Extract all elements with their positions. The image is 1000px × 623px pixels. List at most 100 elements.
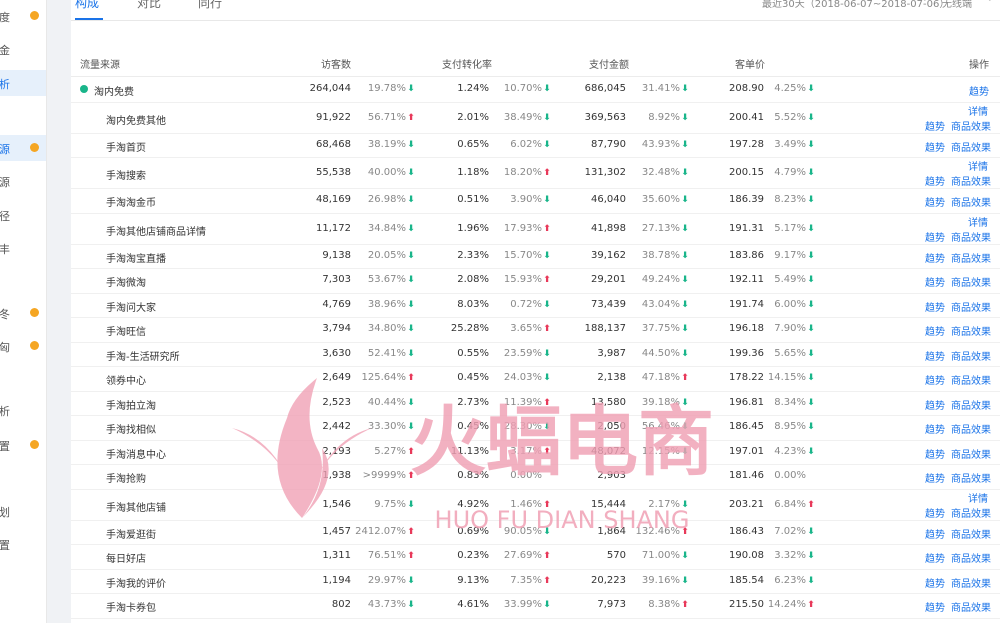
conversion-change: 11.39%⬆ — [491, 397, 551, 408]
visitors-value: 11,172 — [316, 222, 351, 234]
sidebar-item-label: 源 — [0, 143, 10, 156]
trend-link[interactable]: 趋势 — [925, 421, 945, 436]
trend-link[interactable]: 趋势 — [925, 397, 945, 412]
product-effect-link[interactable]: 商品效果 — [951, 421, 991, 436]
product-effect-link[interactable]: 商品效果 — [951, 274, 991, 289]
trend-link[interactable]: 趋势 — [925, 229, 945, 244]
amount-change: 38.78%⬇ — [629, 250, 689, 261]
detail-link[interactable]: 详情 — [968, 490, 988, 505]
product-effect-link[interactable]: 商品效果 — [951, 348, 991, 363]
amount-change: 132.46%⬆ — [629, 526, 689, 537]
conversion-value: 0.51% — [457, 194, 489, 205]
product-effect-link[interactable]: 商品效果 — [951, 599, 991, 614]
product-effect-link[interactable]: 商品效果 — [951, 173, 991, 188]
sidebar-item[interactable]: 源 — [0, 168, 46, 194]
visitors-value: 1,194 — [322, 574, 351, 586]
detail-link[interactable]: 详情 — [968, 214, 988, 229]
sidebar-item[interactable]: 析 — [0, 397, 46, 423]
product-effect-link[interactable]: 商品效果 — [951, 139, 991, 154]
product-effect-link[interactable]: 商品效果 — [951, 250, 991, 265]
product-effect-link[interactable]: 商品效果 — [951, 194, 991, 209]
trend-link[interactable]: 趋势 — [925, 118, 945, 133]
visitors-value: 1,457 — [322, 525, 351, 537]
trend-link[interactable]: 趋势 — [925, 299, 945, 314]
arrow-up-icon: ⬆ — [407, 526, 415, 537]
chevron-down-icon[interactable]: ⌵ — [986, 0, 994, 4]
arrow-down-icon: ⬇ — [407, 275, 415, 285]
aov-change: 4.25%⬇ — [755, 83, 815, 94]
trend-link[interactable]: 趋势 — [969, 83, 989, 98]
product-effect-link[interactable]: 商品效果 — [951, 505, 991, 520]
sidebar-item[interactable]: 径 — [0, 202, 46, 228]
product-effect-link[interactable]: 商品效果 — [951, 323, 991, 338]
chevron-down-icon[interactable]: ⌵ — [921, 0, 929, 4]
sidebar-item[interactable]: 划 — [0, 498, 46, 524]
sidebar-item[interactable]: 析 — [0, 70, 46, 96]
trend-link[interactable]: 趋势 — [925, 194, 945, 209]
conversion-change-value: 10.70% — [503, 83, 542, 94]
product-effect-link[interactable]: 商品效果 — [951, 397, 991, 412]
arrow-up-icon: ⬆ — [407, 471, 415, 481]
conversion-change-value: 15.93% — [503, 274, 542, 285]
aov-change: 5.65%⬇ — [755, 348, 815, 359]
trend-link[interactable]: 趋势 — [925, 173, 945, 188]
arrow-up-icon: ⬆ — [681, 373, 689, 383]
sidebar-item[interactable]: 匈 — [0, 333, 46, 359]
product-effect-link[interactable]: 商品效果 — [951, 470, 991, 485]
detail-link[interactable]: 详情 — [968, 103, 988, 118]
arrow-up-icon: ⬆ — [807, 600, 815, 610]
amount-change: 31.41%⬇ — [629, 83, 689, 94]
sidebar-item[interactable]: 置 — [0, 531, 46, 557]
detail-link[interactable]: 详情 — [968, 158, 988, 173]
aov-change-value: 0.00% — [774, 470, 806, 481]
tab-composition[interactable]: 构成 — [75, 0, 99, 11]
visitors-change: 26.98%⬇ — [355, 194, 415, 205]
tab-peers[interactable]: 同行 — [198, 0, 222, 11]
sidebar-item[interactable]: 置 — [0, 432, 46, 458]
product-effect-link[interactable]: 商品效果 — [951, 526, 991, 541]
arrow-down-icon: ⬇ — [543, 526, 551, 537]
product-effect-link[interactable]: 商品效果 — [951, 118, 991, 133]
amount-change: 37.75%⬇ — [629, 323, 689, 334]
conversion-value: 9.13% — [457, 574, 489, 586]
product-effect-link[interactable]: 商品效果 — [951, 229, 991, 244]
arrow-down-icon: ⬇ — [807, 84, 815, 94]
trend-link[interactable]: 趋势 — [925, 446, 945, 461]
product-effect-link[interactable]: 商品效果 — [951, 299, 991, 314]
product-effect-link[interactable]: 商品效果 — [951, 550, 991, 565]
sidebar-item[interactable]: 度 — [0, 3, 46, 29]
main-panel: 构成 对比 同行 最近30天（2018-06-07~2018-07-06） ⌵ … — [71, 0, 1000, 623]
arrow-down-icon: ⬇ — [681, 575, 689, 586]
aov-change: 5.17%⬇ — [755, 223, 815, 234]
sidebar-item[interactable]: 源 — [0, 135, 46, 161]
product-effect-link[interactable]: 商品效果 — [951, 446, 991, 461]
visitors-change-value: 43.73% — [367, 599, 406, 610]
trend-link[interactable]: 趋势 — [925, 348, 945, 363]
amount-value: 73,439 — [591, 298, 626, 310]
trend-link[interactable]: 趋势 — [925, 599, 945, 614]
product-effect-link[interactable]: 商品效果 — [951, 575, 991, 590]
amount-change: 43.93%⬇ — [629, 139, 689, 150]
trend-link[interactable]: 趋势 — [925, 274, 945, 289]
device-selector[interactable]: 无线端 — [942, 0, 972, 10]
trend-link[interactable]: 趋势 — [925, 505, 945, 520]
trend-link[interactable]: 趋势 — [925, 526, 945, 541]
trend-link[interactable]: 趋势 — [925, 323, 945, 338]
visitors-change: 56.71%⬆ — [355, 112, 415, 123]
trend-link[interactable]: 趋势 — [925, 372, 945, 387]
sidebar-item[interactable]: 丰 — [0, 235, 46, 261]
trend-link[interactable]: 趋势 — [925, 550, 945, 565]
sidebar-item[interactable]: 冬 — [0, 300, 46, 326]
trend-link[interactable]: 趋势 — [925, 250, 945, 265]
conversion-change: 1.46%⬆ — [491, 499, 551, 510]
expand-dot-icon[interactable] — [80, 85, 88, 93]
trend-link[interactable]: 趋势 — [925, 575, 945, 590]
trend-link[interactable]: 趋势 — [925, 139, 945, 154]
table-row: 手淘微淘 7,303 53.67%⬇ 2.08% 15.93%⬆ 29,201 49.24%… — [71, 268, 1000, 294]
sidebar-item[interactable]: 金 — [0, 36, 46, 62]
product-effect-link[interactable]: 商品效果 — [951, 372, 991, 387]
trend-link[interactable]: 趋势 — [925, 470, 945, 485]
visitors-change: 9.75%⬇ — [355, 499, 415, 510]
amount-change-value: 132.46% — [635, 525, 681, 537]
tab-compare[interactable]: 对比 — [137, 0, 161, 11]
